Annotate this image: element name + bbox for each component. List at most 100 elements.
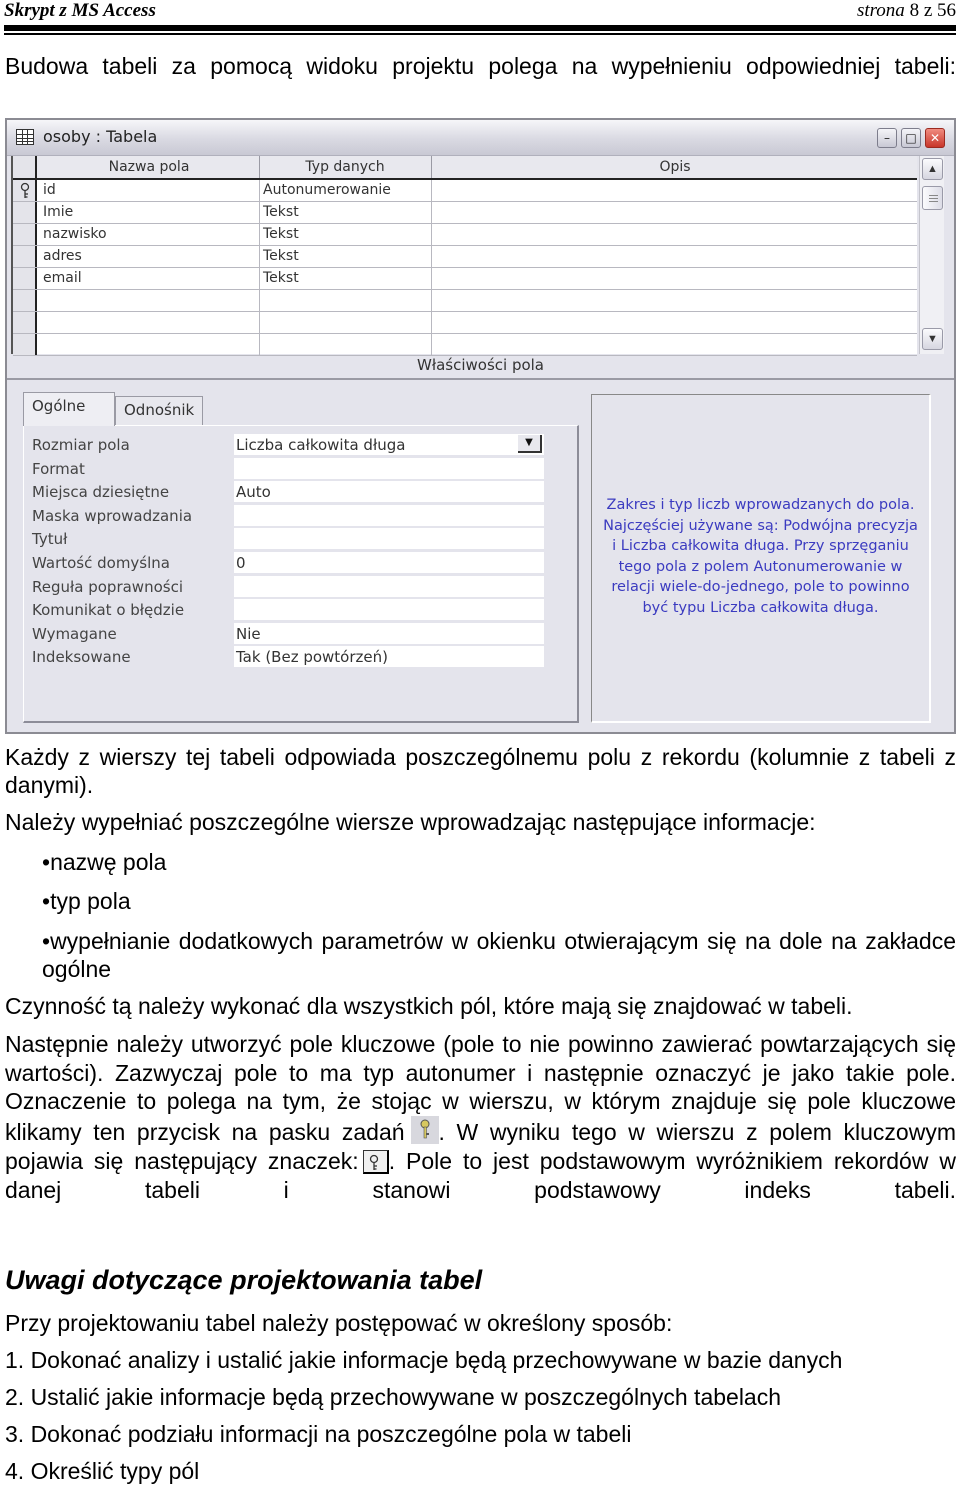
table-row[interactable]: adres Tekst <box>13 246 917 268</box>
column-divider <box>431 312 432 333</box>
row-selector[interactable] <box>13 334 37 355</box>
vertical-scrollbar[interactable]: ▲ ▼ <box>919 156 944 354</box>
property-row: Maska wprowadzania <box>24 504 577 528</box>
table-icon <box>16 129 34 145</box>
row-selector[interactable] <box>13 224 37 245</box>
maximize-icon: □ <box>905 131 917 145</box>
table-row[interactable] <box>13 334 917 356</box>
chevron-up-icon: ▲ <box>927 163 938 175</box>
property-label: Wymagane <box>32 624 117 643</box>
row-selector[interactable] <box>13 312 37 333</box>
field-name-cell[interactable]: nazwisko <box>43 226 107 242</box>
property-value: Liczba całkowita długa <box>236 436 406 454</box>
window-titlebar[interactable]: osoby : Tabela – □ ✕ <box>7 120 954 156</box>
tab-general[interactable]: Ogólne <box>23 392 115 426</box>
row-selector[interactable] <box>13 246 37 267</box>
column-header-data-type[interactable]: Typ danych <box>259 159 431 175</box>
column-divider <box>259 246 260 267</box>
maximize-button[interactable]: □ <box>901 128 921 148</box>
dropdown-arrow-icon[interactable]: ▼ <box>518 435 542 453</box>
primary-key-icon <box>20 182 30 198</box>
column-divider <box>431 290 432 311</box>
property-value-field[interactable]: Auto <box>234 481 544 503</box>
column-divider <box>259 290 260 311</box>
property-value-field[interactable]: Tak (Bez powtórzeń) <box>234 646 544 668</box>
column-divider <box>259 334 260 355</box>
paragraph-rows-description: Każdy z wierszy tej tabeli odpowiada pos… <box>5 744 956 798</box>
header-rule-thin <box>4 33 956 35</box>
field-name-cell[interactable]: adres <box>43 248 82 264</box>
table-row[interactable] <box>13 312 917 334</box>
field-design-grid: Nazwa pola Typ danych Opis id Autonumerow… <box>11 156 917 356</box>
property-label: Maska wprowadzania <box>32 506 193 525</box>
primary-key-marker-icon <box>362 1149 389 1174</box>
property-label: Rozmiar pola <box>32 436 130 454</box>
intro-paragraph: Budowa tabeli za pomocą widoku projektu … <box>5 53 956 79</box>
primary-key-toolbar-button-icon <box>410 1116 439 1145</box>
help-line: Najczęściej używane są: Podwójna precyzj… <box>603 517 918 534</box>
property-label: Komunikat o błędzie <box>32 601 185 620</box>
close-icon: ✕ <box>929 131 941 145</box>
property-value-field[interactable] <box>234 457 544 479</box>
column-divider <box>431 156 432 178</box>
page-number: strona 8 z 56 <box>857 0 956 22</box>
field-name-cell[interactable]: email <box>43 270 82 286</box>
property-value: Tak (Bez powtórzeń) <box>236 648 388 667</box>
row-selector[interactable] <box>13 180 37 201</box>
step-item: 2. Ustalić jakie informacje będą przecho… <box>5 1384 782 1410</box>
data-type-cell[interactable]: Autonumerowanie <box>263 182 391 198</box>
step-item: 3. Dokonać podziału informacji na poszcz… <box>5 1421 632 1447</box>
table-row[interactable]: id Autonumerowanie <box>13 180 917 202</box>
property-value-field[interactable] <box>234 599 544 621</box>
property-row: Reguła poprawności <box>24 575 577 599</box>
property-label: Miejsca dziesiętne <box>32 483 170 502</box>
column-header-description[interactable]: Opis <box>431 159 919 175</box>
table-row[interactable]: Imie Tekst <box>13 202 917 224</box>
data-type-cell[interactable]: Tekst <box>263 204 299 220</box>
row-selector[interactable] <box>13 290 37 311</box>
scroll-up-button[interactable]: ▲ <box>922 158 943 180</box>
data-type-cell[interactable]: Tekst <box>263 270 299 286</box>
property-value-field[interactable] <box>234 504 544 526</box>
bullet-text: wypełnianie dodatkowych parametrów w oki… <box>42 928 956 982</box>
table-row[interactable] <box>13 290 917 312</box>
property-row: Wartość domyślna 0 <box>24 552 577 575</box>
column-divider <box>431 334 432 355</box>
column-header-field-name[interactable]: Nazwa pola <box>39 159 259 175</box>
paragraph-repeat-for-all: Czynność tą należy wykonać dla wszystkic… <box>5 993 853 1019</box>
help-box: Zakres i typ liczb wprowadzanych do pola… <box>591 394 931 723</box>
bullet-item: •typ pola <box>42 887 131 915</box>
row-selector[interactable] <box>13 202 37 223</box>
page-word: strona <box>856 0 905 21</box>
property-value-field[interactable]: Nie <box>234 622 544 644</box>
property-value-field[interactable] <box>234 575 544 597</box>
table-row[interactable]: email Tekst <box>13 268 917 290</box>
property-label: Reguła poprawności <box>32 577 183 596</box>
data-type-cell[interactable]: Tekst <box>263 248 299 264</box>
field-name-cell[interactable]: id <box>43 182 56 198</box>
property-row: Wymagane Nie <box>24 622 577 646</box>
property-value-field[interactable]: Liczba całkowita długa ▼ <box>234 434 544 455</box>
page-current: 8 <box>909 0 920 21</box>
column-divider <box>259 224 260 245</box>
scroll-thumb[interactable] <box>922 186 943 210</box>
column-divider <box>259 268 260 289</box>
column-divider <box>431 202 432 223</box>
close-button[interactable]: ✕ <box>925 128 945 148</box>
property-value-field[interactable]: 0 <box>234 552 544 573</box>
table-row[interactable]: nazwisko Tekst <box>13 224 917 246</box>
field-name-cell[interactable]: Imie <box>43 204 73 220</box>
tab-lookup[interactable]: Odnośnik <box>115 396 203 426</box>
property-value: Auto <box>236 483 271 502</box>
property-label: Tytuł <box>32 530 68 549</box>
property-value: 0 <box>236 554 246 572</box>
minimize-button[interactable]: – <box>877 128 897 148</box>
step-item: 4. Określić typy pól <box>5 1458 200 1484</box>
property-value-field[interactable] <box>234 528 544 550</box>
property-row: Miejsca dziesiętne Auto <box>24 481 577 504</box>
row-selector[interactable] <box>13 268 37 289</box>
grid-header: Nazwa pola Typ danych Opis <box>13 156 917 180</box>
scroll-down-button[interactable]: ▼ <box>922 328 943 350</box>
data-type-cell[interactable]: Tekst <box>263 226 299 242</box>
property-row: Indeksowane Tak (Bez powtórzeń) <box>24 646 577 669</box>
